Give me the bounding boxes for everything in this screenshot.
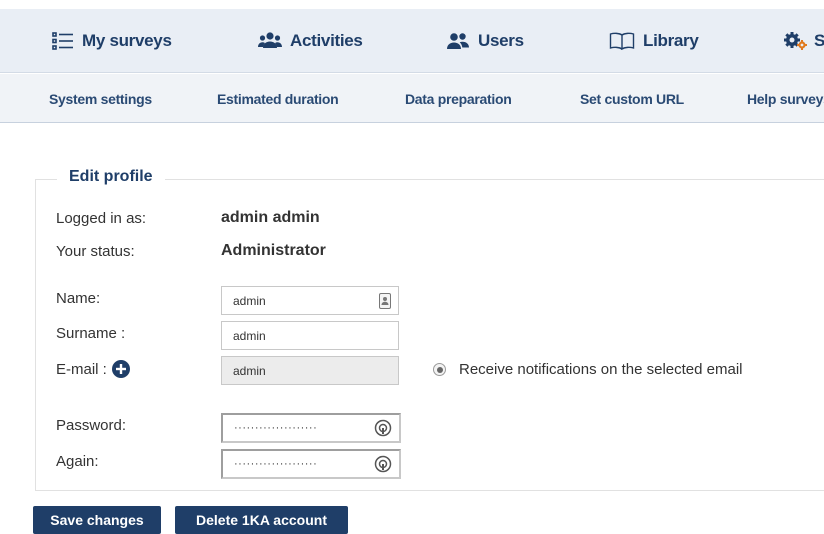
save-changes-button[interactable]: Save changes [33,506,161,534]
edit-profile-fieldset [35,179,824,491]
nav-label: Users [478,31,524,50]
subnav-help-surveys[interactable]: Help surveys [747,74,824,123]
delete-account-button[interactable]: Delete 1KA account [175,506,348,534]
surname-field[interactable]: admin [221,321,399,350]
email-label-group: E-mail : [56,360,130,378]
subnav-system-settings[interactable]: System settings [49,74,152,123]
users-group-icon [258,32,282,50]
nav-activities[interactable]: Activities [258,9,363,73]
password-reveal-icon[interactable] [374,419,392,437]
nav-users[interactable]: Users [446,9,524,73]
nav-label: Library [643,31,699,50]
password-field-value: ···················· [234,422,318,434]
surname-field-value: admin [233,328,266,343]
nav-my-surveys[interactable]: My surveys [52,9,172,73]
name-field[interactable]: admin [221,286,399,315]
surname-label: Surname : [56,325,126,342]
users-icon [446,32,470,50]
edit-profile-legend: Edit profile [57,168,165,186]
email-field-value: admin [233,363,266,378]
gears-icon [784,32,808,50]
notify-email-label: Receive notifications on the selected em… [459,361,743,378]
nav-library[interactable]: Library [609,9,699,73]
book-icon [609,32,635,50]
nav-label: Activities [290,31,363,50]
sub-nav: System settings Estimated duration Data … [0,74,824,123]
contact-card-icon[interactable] [379,292,391,309]
logged-in-label: Logged in as: [56,210,147,227]
subnav-data-preparation[interactable]: Data preparation [405,74,512,123]
password-again-field-value: ···················· [234,458,318,470]
main-nav: My surveys Activities Users Library S [0,9,824,73]
subnav-set-custom-url[interactable]: Set custom URL [580,74,684,123]
email-label: E-mail : [56,360,107,378]
logged-in-value: admin admin [221,209,320,226]
nav-label: My surveys [82,31,172,50]
top-strip [0,0,824,9]
status-value: Administrator [221,242,326,259]
list-icon [52,32,74,50]
nav-label: S [814,31,824,50]
add-email-icon[interactable] [111,360,130,378]
subnav-estimated-duration[interactable]: Estimated duration [217,74,339,123]
status-label: Your status: [56,243,135,260]
again-label: Again: [56,453,99,470]
password-field[interactable]: ···················· [221,413,401,443]
password-again-field[interactable]: ···················· [221,449,401,479]
name-label: Name: [56,290,101,307]
name-field-value: admin [233,293,266,308]
email-field[interactable]: admin [221,356,399,385]
radio-dot[interactable] [433,363,446,376]
notify-email-radio[interactable]: Receive notifications on the selected em… [433,361,743,378]
nav-settings[interactable]: S [784,9,824,73]
password-again-reveal-icon[interactable] [374,455,392,473]
password-label: Password: [56,417,127,434]
